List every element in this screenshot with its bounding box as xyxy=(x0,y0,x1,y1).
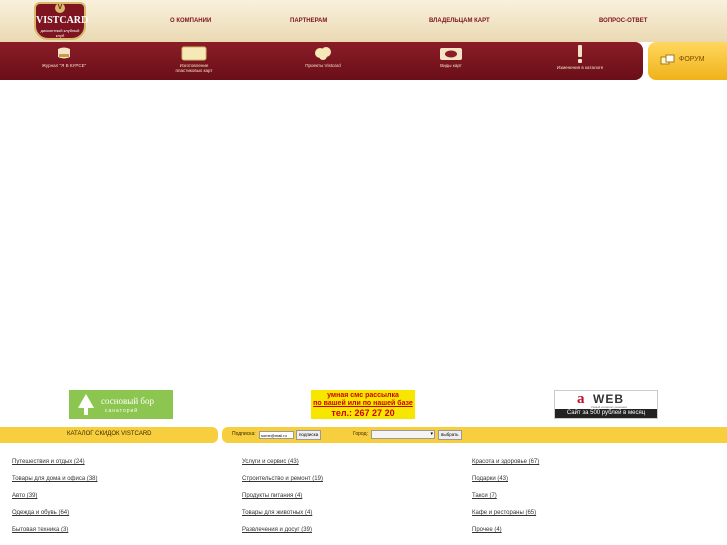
card-icon xyxy=(181,46,207,61)
category-link[interactable]: Красота и здоровье (67) xyxy=(472,459,539,465)
category-link[interactable]: Товары для дома и офиса (38) xyxy=(12,476,98,482)
sms-line2: по вашей или по нашей базе xyxy=(313,400,413,407)
category-link[interactable]: Товары для животных (4) xyxy=(242,510,312,516)
nav-faq[interactable]: ВОПРОС-ОТВЕТ xyxy=(599,18,647,24)
category-link[interactable]: Путешествия и отдых (24) xyxy=(12,459,85,465)
vistcard-logo[interactable]: V VISTCARD дисконтный клубный клуб xyxy=(34,2,89,40)
nav-about[interactable]: О КОМПАНИИ xyxy=(170,18,211,24)
category-link[interactable]: Бытовая техника (3) xyxy=(12,527,68,533)
sosnovy-sub: санаторий xyxy=(105,408,139,414)
exclamation-icon xyxy=(578,45,582,63)
sms-phone: тел.: 267 27 20 xyxy=(331,408,395,418)
category-link[interactable]: Развлечения и досуг (39) xyxy=(242,527,312,533)
category-link[interactable]: Одежда и обувь (64) xyxy=(12,510,69,516)
category-link[interactable]: Кафе и рестораны (65) xyxy=(472,510,536,516)
email-input[interactable] xyxy=(259,431,294,439)
chevron-down-icon: ▾ xyxy=(430,431,433,437)
menu-projects[interactable]: Проекты Vistcard xyxy=(298,42,348,80)
menu-card-types-label: Виды карт xyxy=(440,63,462,68)
aweb-web: WEB xyxy=(593,392,624,406)
city-select[interactable]: ▾ xyxy=(371,430,435,439)
flower-icon xyxy=(315,47,331,60)
subscribe-button[interactable]: подписка xyxy=(296,430,322,440)
header: V VISTCARD дисконтный клубный клуб О КОМ… xyxy=(0,0,727,42)
catalog-title: КАТАЛОГ СКИДОК VISTCARD xyxy=(67,431,152,437)
menu-catalog-changes-label: Изменения в каталоге xyxy=(556,65,604,70)
forum-icon xyxy=(660,54,675,65)
menu-projects-label: Проекты Vistcard xyxy=(305,63,341,68)
sms-line1: умная смс рассылка xyxy=(327,392,399,399)
category-link[interactable]: Строительство и ремонт (19) xyxy=(242,476,323,482)
sosnovy-bor-banner[interactable]: сосновый бор санаторий xyxy=(69,390,173,419)
category-link[interactable]: Такси (7) xyxy=(472,493,497,499)
subscribe-label: Подписка: xyxy=(232,431,256,437)
main-menu: Журнал "Я В КУРСЕ" Изготовление пластико… xyxy=(0,42,643,80)
nav-partners[interactable]: ПАРТНЕРАМ xyxy=(290,18,327,24)
logo-name: VISTCARD xyxy=(36,15,89,26)
category-link[interactable]: Услуги и сервис (43) xyxy=(242,459,299,465)
aweb-bottom: Сайт за 500 рублей в месяц xyxy=(555,409,657,418)
forum-button[interactable]: ФОРУМ xyxy=(648,42,727,80)
cards-icon xyxy=(440,48,462,60)
category-link[interactable]: Прочее (4) xyxy=(472,527,502,533)
subscribe-bar: Подписка: подписка Город: ▾ выбрать xyxy=(222,427,727,443)
city-label: Город: xyxy=(353,431,368,437)
sms-banner[interactable]: умная смс рассылка по вашей или по нашей… xyxy=(311,390,415,419)
menu-card-making[interactable]: Изготовление пластиковых карт xyxy=(168,42,220,80)
category-link[interactable]: Подарки (43) xyxy=(472,476,508,482)
logo-letter: V xyxy=(55,3,65,13)
tree-icon xyxy=(78,394,94,415)
sosnovy-title: сосновый бор xyxy=(101,396,154,406)
menu-card-making-label: Изготовление пластиковых карт xyxy=(175,63,213,73)
aweb-banner[interactable]: a WEB Умный интернет решения Сайт за 500… xyxy=(554,390,658,419)
select-city-button[interactable]: выбрать xyxy=(438,430,462,440)
menu-magazine-label: Журнал "Я В КУРСЕ" xyxy=(41,63,87,68)
magazine-icon xyxy=(58,47,70,59)
menu-card-types[interactable]: Виды карт xyxy=(434,42,468,80)
category-link[interactable]: Авто (39) xyxy=(12,493,37,499)
logo-tagline: дисконтный клубный клуб xyxy=(40,28,80,38)
category-link[interactable]: Продукты питания (4) xyxy=(242,493,302,499)
menu-catalog-changes[interactable]: Изменения в каталоге xyxy=(550,42,610,80)
aweb-a: a xyxy=(577,391,585,407)
menu-magazine[interactable]: Журнал "Я В КУРСЕ" xyxy=(36,42,92,80)
nav-card-owners[interactable]: ВЛАДЕЛЬЦАМ КАРТ xyxy=(429,18,490,24)
catalog-title-bar: КАТАЛОГ СКИДОК VISTCARD xyxy=(0,427,218,443)
forum-label: ФОРУМ xyxy=(679,56,705,63)
